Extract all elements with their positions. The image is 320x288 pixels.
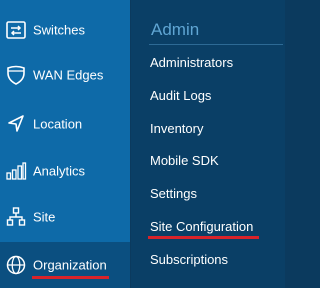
- sidebar-item-label: Switches: [33, 22, 86, 38]
- submenu-item-mobile-sdk[interactable]: Mobile SDK: [150, 153, 219, 168]
- sidebar-item-analytics[interactable]: Analytics: [0, 148, 130, 194]
- sidebar-item-label: Location: [33, 116, 83, 132]
- shield-icon: [7, 65, 25, 85]
- sidebar-item-label: Analytics: [33, 163, 86, 179]
- globe-icon: [6, 255, 26, 275]
- submenu-item-administrators[interactable]: Administrators: [150, 55, 233, 70]
- submenu-item-settings[interactable]: Settings: [150, 186, 197, 201]
- active-item-underline: [32, 276, 109, 279]
- submenu-divider: [149, 44, 283, 45]
- submenu-item-audit-logs[interactable]: Audit Logs: [150, 88, 211, 103]
- sidebar-item-label: Organization: [33, 257, 107, 273]
- site-hierarchy-icon: [6, 207, 26, 226]
- sidebar-item-location[interactable]: Location: [0, 101, 130, 147]
- sidebar-item-wan-edges[interactable]: WAN Edges: [0, 52, 130, 98]
- admin-submenu: Admin Administrators Audit Logs Inventor…: [131, 0, 285, 288]
- submenu-item-site-configuration[interactable]: Site Configuration: [150, 219, 253, 234]
- submenu-item-subscriptions[interactable]: Subscriptions: [150, 252, 228, 267]
- highlight-underline: [148, 236, 259, 239]
- location-arrow-icon: [8, 115, 24, 132]
- sidebar-item-site[interactable]: Site: [0, 194, 130, 240]
- sidebar-item-label: Site: [33, 209, 56, 225]
- sidebar-item-label: WAN Edges: [33, 67, 104, 83]
- sidebar-item-organization[interactable]: Organization: [0, 242, 130, 288]
- switches-icon: [6, 21, 26, 39]
- submenu-item-inventory[interactable]: Inventory: [150, 121, 203, 136]
- analytics-bars-icon: [6, 162, 27, 180]
- submenu-header: Admin: [151, 20, 200, 39]
- sidebar: Switches WAN Edges Location Analytics Si…: [0, 0, 130, 288]
- sidebar-item-switches[interactable]: Switches: [0, 7, 130, 53]
